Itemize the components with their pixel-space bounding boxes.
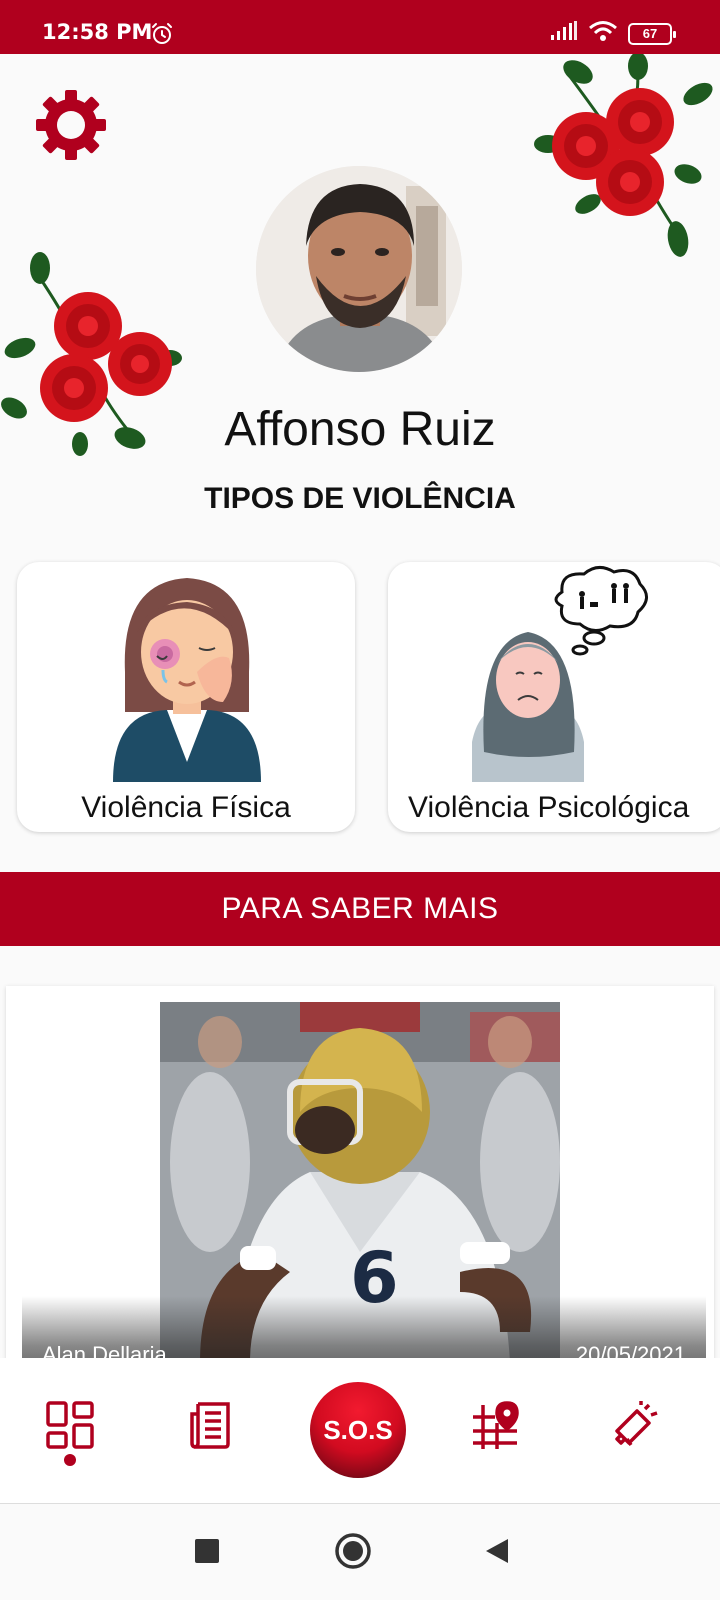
active-indicator-dot	[64, 1454, 76, 1466]
nav-dashboard[interactable]	[35, 1392, 105, 1462]
status-bar: 12:58 PM 67	[0, 0, 720, 54]
news-date: 20/05/2021	[575, 1342, 686, 1358]
settings-gear-icon[interactable]	[34, 88, 108, 162]
card-label-psychological: Violência Psicológica	[408, 791, 690, 824]
wifi-icon	[588, 20, 618, 47]
profile-name: Affonso Ruiz	[224, 403, 496, 456]
news-author: Alan Dellaria	[42, 1342, 167, 1358]
megaphone-icon	[611, 1400, 659, 1454]
status-time: 12:58 PM	[42, 20, 153, 44]
section-title: TIPOS DE VIOLÊNCIA	[204, 482, 516, 515]
news-card[interactable]: 6 Alan Dellaria 20/05/2021	[6, 986, 714, 1358]
sos-button[interactable]: S.O.S	[310, 1382, 406, 1478]
nav-report[interactable]	[600, 1392, 670, 1462]
recent-apps-icon[interactable]	[194, 1538, 220, 1569]
learn-more-banner[interactable]: PARA SABER MAIS	[0, 872, 720, 946]
sad-woman-illustration	[388, 562, 720, 782]
roses-decoration-top	[528, 54, 718, 264]
dashboard-icon	[45, 1400, 95, 1455]
map-pin-icon	[469, 1399, 521, 1456]
home-icon[interactable]	[334, 1532, 372, 1575]
bottom-navigation: S.O.S	[0, 1358, 720, 1504]
card-physical-violence[interactable]: Violência Física	[17, 562, 355, 832]
card-psychological-violence[interactable]: Violência Psicológica	[388, 562, 720, 832]
battery-icon: 67	[628, 22, 676, 45]
main-content: Affonso Ruiz TIPOS DE VIOLÊNCIA Violênci…	[0, 54, 720, 1358]
back-icon[interactable]	[484, 1538, 510, 1569]
crying-woman-illustration	[17, 562, 355, 782]
nav-news[interactable]	[178, 1392, 248, 1462]
nav-map[interactable]	[460, 1392, 530, 1462]
avatar[interactable]	[256, 166, 462, 372]
system-navigation	[0, 1504, 720, 1600]
signal-icon	[550, 21, 578, 46]
status-icons: 67	[550, 20, 676, 47]
card-label-physical: Violência Física	[81, 791, 291, 824]
news-icon	[188, 1400, 238, 1455]
alarm-icon	[150, 22, 174, 51]
